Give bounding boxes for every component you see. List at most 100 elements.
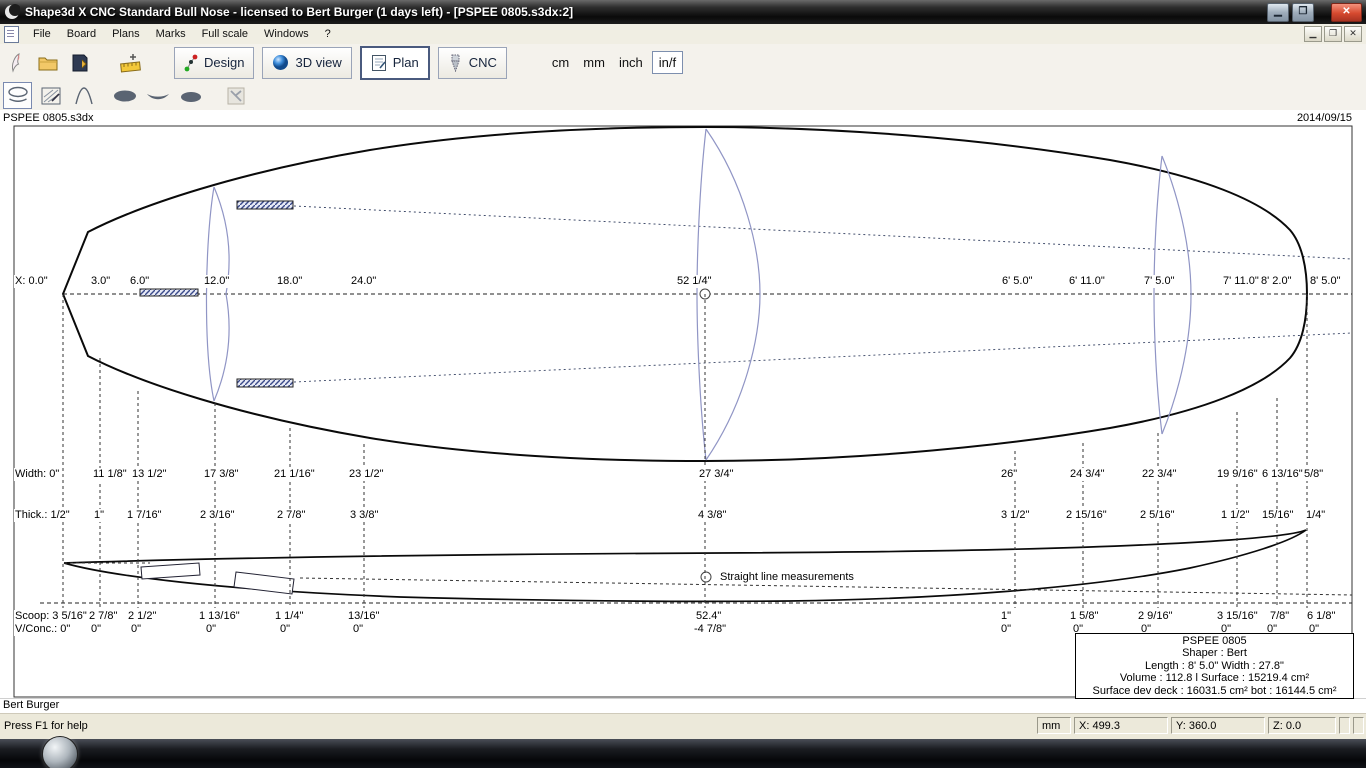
plan-icon: [371, 54, 387, 72]
status-help-text: Press F1 for help: [4, 720, 88, 732]
new-file-icon[interactable]: [4, 51, 28, 75]
save-icon[interactable]: [68, 51, 92, 75]
menu-board[interactable]: Board: [59, 26, 104, 42]
measure-label: 26": [1000, 468, 1018, 481]
measure-label: 7/8": [1269, 610, 1290, 623]
outline-view-icon[interactable]: [3, 82, 32, 109]
license-user-label: Bert Burger: [0, 698, 1366, 713]
application-window: Shape3d X CNC Standard Bull Nose - licen…: [0, 0, 1366, 768]
measure-label: 3 15/16": [1216, 610, 1259, 623]
measure-label: 52 1/4": [676, 275, 713, 288]
side-fin-box-2[interactable]: [234, 572, 294, 594]
start-button[interactable]: [42, 736, 78, 768]
menu-marks[interactable]: Marks: [148, 26, 194, 42]
measure-label: 13 1/2": [131, 468, 168, 481]
mdi-minimize-button[interactable]: ▁: [1304, 26, 1322, 42]
3dview-mode-button[interactable]: 3D view: [262, 47, 351, 79]
menu-bar: File Board Plans Marks Full scale Window…: [0, 24, 1366, 45]
unit-inch[interactable]: inch: [619, 55, 643, 70]
app-icon: [4, 4, 20, 20]
width-measure-row: Width: 0"11 1/8"13 1/2"17 3/8"21 1/16"23…: [0, 468, 1366, 481]
document-date: 2014/09/15: [1297, 112, 1352, 124]
close-button[interactable]: ✕: [1331, 3, 1362, 22]
menu-file[interactable]: File: [25, 26, 59, 42]
measure-label: 1 7/16": [126, 509, 163, 522]
side-fin-box-1[interactable]: [141, 563, 200, 579]
measure-label: 2 9/16": [1137, 610, 1174, 623]
measure-label: 24 3/4": [1069, 468, 1106, 481]
plan-mode-button[interactable]: Plan: [360, 46, 430, 80]
profile-view-icon[interactable]: [36, 82, 65, 109]
unit-mm[interactable]: mm: [583, 55, 605, 70]
restore-button[interactable]: ❐: [1292, 3, 1314, 22]
design-mode-button[interactable]: Design: [174, 47, 254, 79]
measure-label: 2 5/16": [1139, 509, 1176, 522]
measure-label: 27 3/4": [698, 468, 735, 481]
minimize-button[interactable]: ▁: [1267, 3, 1289, 22]
measure-label: 0": [279, 623, 291, 636]
measure-label: 1 1/4": [274, 610, 304, 623]
fin-guide-line-bottom: [294, 333, 1352, 382]
fin-box-top[interactable]: [237, 201, 293, 209]
measure-label: 5/8": [1303, 468, 1324, 481]
measure-scale-icon[interactable]: [118, 51, 142, 75]
mdi-restore-button[interactable]: ❐: [1324, 26, 1342, 42]
view-toolbar: [0, 81, 1366, 111]
measure-label: 11 1/8": [92, 468, 128, 481]
measure-label: 12.0": [203, 275, 230, 288]
measure-label: 8' 5.0": [1309, 275, 1341, 288]
measure-label: 2 1/2": [127, 610, 157, 623]
design-mode-label: Design: [204, 55, 244, 70]
plan-mode-label: Plan: [393, 55, 419, 70]
menu-windows[interactable]: Windows: [256, 26, 317, 42]
status-bar: Press F1 for help mm X: 499.3 Y: 360.0 Z…: [0, 713, 1366, 740]
info-board-name: PSPEE 0805: [1076, 635, 1353, 647]
measure-label: 13/16": [347, 610, 380, 623]
measure-label: 1 13/16": [198, 610, 241, 623]
unit-selector: cm mm inch in/f: [545, 51, 685, 74]
center-fin-box[interactable]: [140, 289, 198, 296]
document-filename: PSPEE 0805.s3dx: [3, 112, 94, 124]
measure-label: 7' 5.0": [1143, 275, 1175, 288]
measure-label: 6' 11.0": [1068, 275, 1106, 288]
measure-label: 3 1/2": [1000, 509, 1030, 522]
cnc-mode-button[interactable]: CNC: [438, 47, 507, 79]
unit-cm[interactable]: cm: [552, 55, 569, 70]
info-shaper: Shaper : Bert: [1076, 647, 1353, 659]
menu-plans[interactable]: Plans: [104, 26, 148, 42]
measure-label: 18.0": [276, 275, 303, 288]
3dview-mode-label: 3D view: [295, 55, 341, 70]
station-lines: [63, 294, 1307, 608]
measure-label: 0": [352, 623, 364, 636]
slice-view-icon[interactable]: [69, 82, 98, 109]
fin-box-bottom[interactable]: [237, 379, 293, 387]
board-ellipse-icon[interactable]: [110, 82, 139, 109]
board-crescent-icon[interactable]: [143, 82, 172, 109]
measure-label: 21 1/16": [273, 468, 316, 481]
measure-label: 6' 5.0": [1001, 275, 1033, 288]
disabled-tool-icon[interactable]: [221, 82, 250, 109]
measure-label: 0": [1000, 623, 1012, 636]
menu-help[interactable]: ?: [317, 26, 339, 42]
measure-label: 7' 11.0": [1222, 275, 1260, 288]
status-empty-cell-1: [1339, 717, 1350, 734]
unit-infraction[interactable]: in/f: [652, 51, 683, 74]
straight-line-measurements-label[interactable]: Straight line measurements: [718, 571, 856, 583]
status-y-cell: Y: 360.0: [1171, 717, 1265, 734]
measure-label: 4 3/8": [697, 509, 727, 522]
drawing-area: PSPEE 0805.s3dx 2014/09/15 X: 0.0"3.0"6.…: [0, 110, 1366, 698]
measure-label: 1": [93, 509, 105, 522]
taskbar: » Inbox - Microsoft Outl... EnRoute Edit…: [0, 739, 1366, 768]
board-blob-icon[interactable]: [176, 82, 205, 109]
scoop-measure-row: Scoop: 3 5/16"2 7/8"2 1/2"1 13/16"1 1/4"…: [0, 610, 1366, 623]
menu-fullscale[interactable]: Full scale: [194, 26, 256, 42]
measure-label: 3.0": [90, 275, 111, 288]
mdi-close-button[interactable]: ✕: [1344, 26, 1362, 42]
slice-nose-left: [1154, 156, 1162, 434]
measure-label: 6 1/8": [1306, 610, 1336, 623]
cnc-mode-label: CNC: [469, 55, 497, 70]
measure-label: 22 3/4": [1141, 468, 1178, 481]
3d-view-icon: [272, 54, 289, 71]
straight-line-radio[interactable]: [701, 572, 711, 582]
open-folder-icon[interactable]: [36, 51, 60, 75]
